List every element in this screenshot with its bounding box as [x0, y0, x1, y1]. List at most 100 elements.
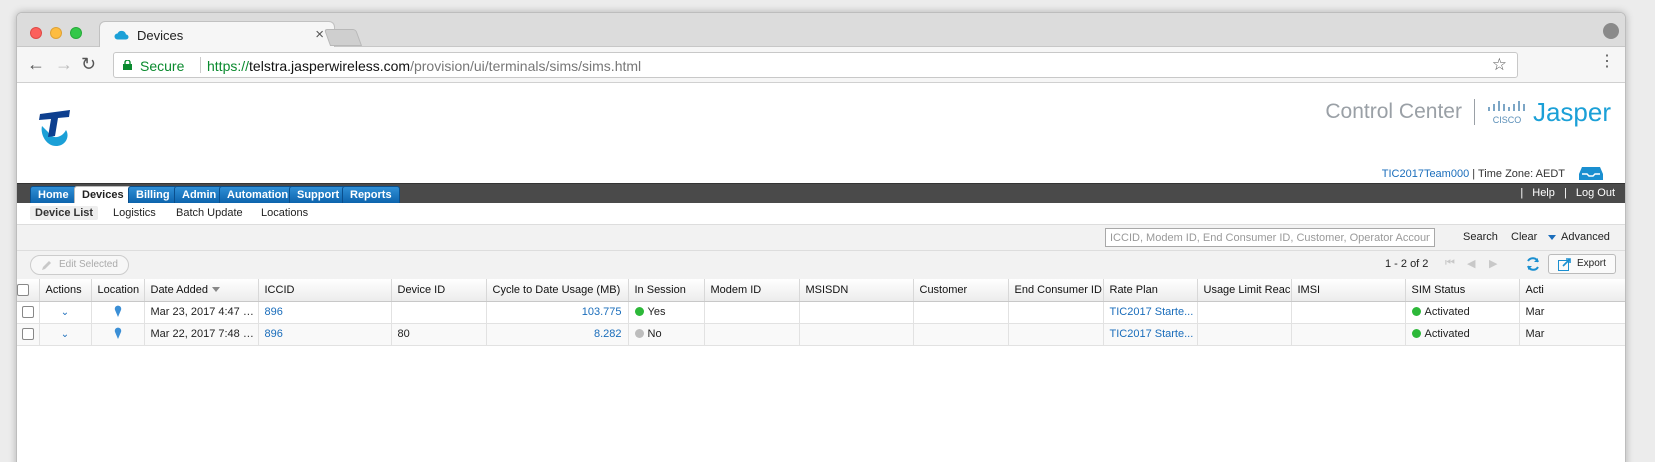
- column-header-imsi[interactable]: IMSI: [1291, 279, 1406, 302]
- sim-status-dot: [1411, 307, 1421, 316]
- session-status-dot: [634, 329, 644, 338]
- timezone-label: Time Zone: AEDT: [1477, 168, 1565, 180]
- row-checkbox[interactable]: [21, 306, 34, 319]
- refresh-icon[interactable]: [1525, 256, 1541, 272]
- table-row[interactable]: ⌄ Mar 22, 2017 7:48 p... 896 80 8.282 No…: [17, 323, 1625, 346]
- search-button[interactable]: Search: [1463, 231, 1498, 243]
- column-header-sim-status[interactable]: SIM Status: [1405, 279, 1520, 302]
- minimize-window-button[interactable]: [50, 27, 62, 39]
- chevron-down-icon[interactable]: ⌄: [61, 329, 69, 340]
- usage-limit-cell: [1197, 301, 1292, 324]
- row-checkbox-cell[interactable]: [17, 323, 40, 346]
- search-input[interactable]: [1105, 228, 1435, 247]
- help-link[interactable]: Help: [1532, 187, 1555, 199]
- nav-tab-billing[interactable]: Billing: [128, 186, 178, 204]
- forward-icon[interactable]: →: [55, 55, 73, 73]
- nav-tab-admin[interactable]: Admin: [174, 186, 225, 204]
- row-location-cell[interactable]: [91, 323, 145, 346]
- new-tab-button[interactable]: [323, 29, 363, 46]
- svg-text:CISCO: CISCO: [1493, 115, 1522, 125]
- date-added-cell: Mar 23, 2017 4:47 p...: [144, 301, 259, 324]
- zoom-window-button[interactable]: [70, 27, 82, 39]
- select-all-checkbox-cell[interactable]: [17, 279, 40, 302]
- url-text[interactable]: https://telstra.jasperwireless.com/provi…: [207, 58, 641, 74]
- iccid-link[interactable]: 896: [258, 323, 392, 346]
- column-header-location[interactable]: Location: [91, 279, 145, 302]
- edit-selected-button[interactable]: Edit Selected: [30, 255, 129, 275]
- browser-menu-icon[interactable]: ⋮: [1599, 54, 1615, 70]
- row-location-cell[interactable]: [91, 301, 145, 324]
- rate-plan-link[interactable]: TIC2017 Starte...: [1103, 323, 1198, 346]
- column-header-usage[interactable]: Cycle to Date Usage (MB): [486, 279, 629, 302]
- column-header-date-added[interactable]: Date Added: [144, 279, 259, 302]
- subnav-logistics[interactable]: Logistics: [113, 207, 156, 219]
- first-page-icon[interactable]: ⏮: [1445, 257, 1455, 270]
- next-page-icon[interactable]: ▶: [1489, 257, 1497, 270]
- column-header-date-added-label: Date Added: [150, 283, 209, 296]
- column-header-iccid[interactable]: ICCID: [258, 279, 392, 302]
- browser-tab-devices[interactable]: Devices ×: [99, 21, 335, 48]
- column-header-end-consumer-id[interactable]: End Consumer ID: [1008, 279, 1104, 302]
- sim-status-label: Activated: [1424, 306, 1470, 318]
- sub-nav: Device List Logistics Batch Update Locat…: [17, 203, 1625, 225]
- nav-right-links: | Help | Log Out: [1514, 187, 1615, 199]
- subnav-locations[interactable]: Locations: [261, 207, 308, 219]
- subnav-device-list[interactable]: Device List: [30, 206, 99, 220]
- msisdn-cell: [799, 323, 914, 346]
- column-header-acti[interactable]: Acti: [1519, 279, 1625, 302]
- export-label: Export: [1577, 258, 1606, 269]
- map-pin-icon[interactable]: [114, 327, 122, 339]
- profile-icon[interactable]: [1603, 23, 1619, 39]
- nav-tab-reports[interactable]: Reports: [342, 186, 400, 204]
- column-header-customer[interactable]: Customer: [913, 279, 1009, 302]
- column-header-modem-id[interactable]: Modem ID: [704, 279, 800, 302]
- row-checkbox-cell[interactable]: [17, 301, 40, 324]
- column-header-actions[interactable]: Actions: [39, 279, 92, 302]
- user-link[interactable]: TIC2017Team000: [1382, 168, 1469, 180]
- chevron-down-icon[interactable]: ⌄: [61, 307, 69, 318]
- url-host: telstra.jasperwireless.com: [249, 58, 411, 74]
- subnav-batch-update[interactable]: Batch Update: [176, 207, 243, 219]
- end-consumer-id-cell: [1008, 301, 1104, 324]
- nav-tab-support[interactable]: Support: [289, 186, 348, 204]
- map-pin-icon[interactable]: [114, 305, 122, 317]
- column-header-device-id[interactable]: Device ID: [391, 279, 487, 302]
- advanced-caret-icon[interactable]: [1548, 235, 1556, 240]
- url-scheme: https://: [207, 58, 250, 74]
- usage-link[interactable]: 103.775: [486, 301, 629, 324]
- column-header-in-session[interactable]: In Session: [628, 279, 705, 302]
- column-header-msisdn[interactable]: MSISDN: [799, 279, 914, 302]
- close-tab-icon[interactable]: ×: [315, 26, 324, 43]
- sim-status-dot: [1411, 329, 1421, 338]
- close-window-button[interactable]: [30, 27, 42, 39]
- table-row[interactable]: ⌄ Mar 23, 2017 4:47 p... 896 103.775 Yes…: [17, 301, 1625, 324]
- advanced-search-button[interactable]: Advanced: [1561, 231, 1610, 243]
- usage-link[interactable]: 8.282: [486, 323, 629, 346]
- logout-link[interactable]: Log Out: [1576, 187, 1615, 199]
- user-separator: |: [1472, 168, 1476, 180]
- export-button[interactable]: Export: [1548, 254, 1616, 274]
- column-header-usage-limit[interactable]: Usage Limit Reached: [1197, 279, 1292, 302]
- control-center-title: Control Center: [1325, 100, 1462, 123]
- sort-desc-icon: [212, 286, 220, 292]
- back-icon[interactable]: ←: [27, 55, 45, 73]
- row-actions-cell[interactable]: ⌄: [39, 323, 92, 346]
- prev-page-icon[interactable]: ◀: [1467, 257, 1475, 270]
- row-checkbox[interactable]: [21, 328, 34, 341]
- inbox-icon[interactable]: [1579, 166, 1603, 180]
- bookmark-star-icon[interactable]: ☆: [1492, 55, 1507, 75]
- nav-tab-home[interactable]: Home: [30, 186, 77, 204]
- clear-button[interactable]: Clear: [1511, 231, 1537, 243]
- brand-header: Control Center CISCO Jasper: [1325, 96, 1611, 128]
- address-bar-row: ← → ↻ Secure https://telstra.jasperwirel…: [17, 47, 1625, 83]
- reload-icon[interactable]: ↻: [81, 55, 96, 73]
- nav-tab-automation[interactable]: Automation: [219, 186, 297, 204]
- select-all-checkbox[interactable]: [17, 283, 29, 296]
- row-actions-cell[interactable]: ⌄: [39, 301, 92, 324]
- address-bar[interactable]: Secure https://telstra.jasperwireless.co…: [113, 52, 1518, 78]
- pager-count: 1 - 2 of 2: [1385, 258, 1429, 270]
- column-header-rate-plan[interactable]: Rate Plan: [1103, 279, 1198, 302]
- nav-tab-devices[interactable]: Devices: [74, 186, 132, 204]
- iccid-link[interactable]: 896: [258, 301, 392, 324]
- rate-plan-link[interactable]: TIC2017 Starte...: [1103, 301, 1198, 324]
